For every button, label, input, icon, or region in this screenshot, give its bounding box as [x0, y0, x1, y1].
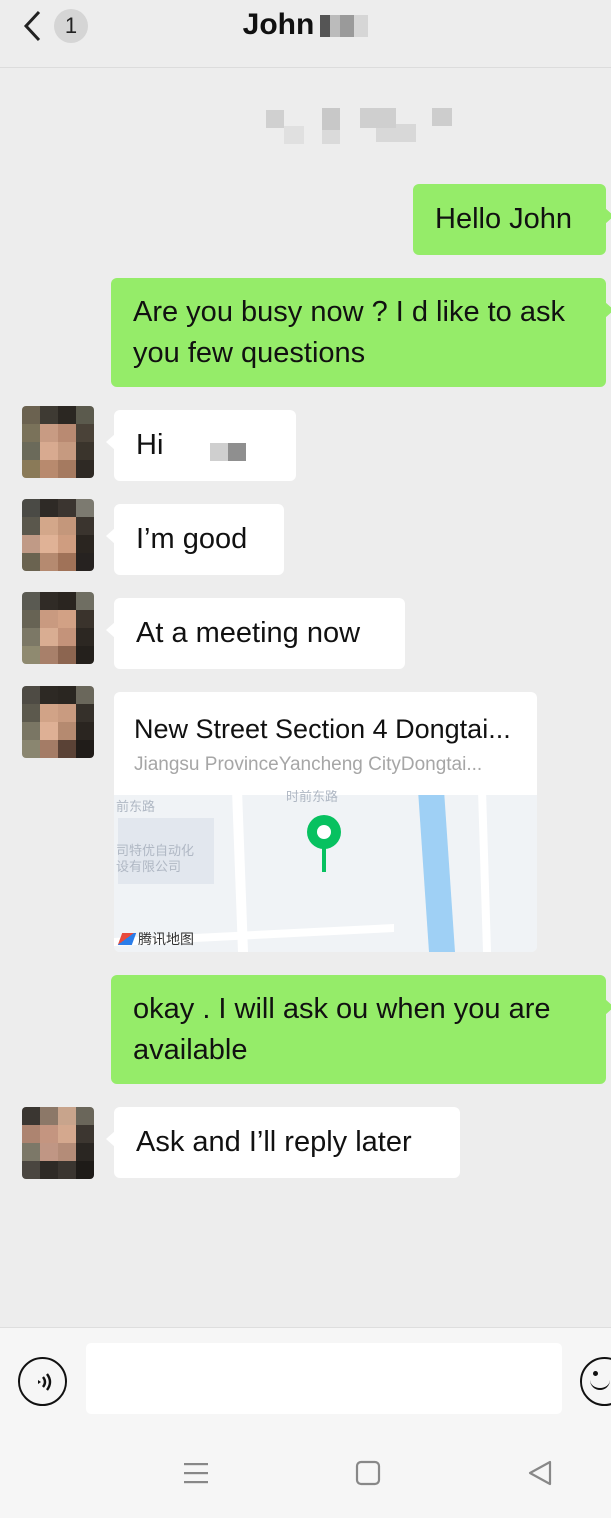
location-address: Jiangsu ProvinceYancheng CityDongtai...: [134, 754, 483, 775]
contact-avatar[interactable]: [22, 592, 94, 664]
message-text: Hello John: [435, 203, 573, 235]
home-square-icon[interactable]: [354, 1459, 382, 1487]
message-text-line: Are you busy now ? I d like to ask: [133, 296, 565, 328]
incoming-message[interactable]: Ask and I’ll reply later: [106, 1107, 460, 1178]
message-text: Ask and I’ll reply later: [136, 1126, 412, 1158]
redacted-surname: [320, 15, 369, 38]
chat-title: John: [0, 6, 611, 44]
map-street-label: 前东路: [116, 799, 156, 814]
location-message-card[interactable]: New Street Section 4 Dongtai... Jiangsu …: [114, 692, 537, 952]
map-poi-label: 设有限公司: [116, 859, 182, 874]
contact-avatar[interactable]: [22, 1107, 94, 1179]
system-navigation-bar: [0, 1431, 611, 1518]
location-title: New Street Section 4 Dongtai...: [134, 714, 511, 744]
map-provider-logo: 腾讯地图: [117, 929, 194, 949]
menu-icon[interactable]: [182, 1459, 210, 1487]
emoji-button[interactable]: [580, 1357, 611, 1406]
message-text: I’m good: [136, 523, 248, 555]
outgoing-message[interactable]: Are you busy now ? I d like to ask you f…: [111, 278, 611, 387]
message-text-line: you few questions: [133, 337, 366, 369]
message-input-bar: [0, 1327, 611, 1431]
outgoing-message[interactable]: okay . I will ask ou when you are availa…: [111, 975, 611, 1084]
contact-avatar[interactable]: [22, 686, 94, 758]
map-provider-name: 腾讯地图: [138, 931, 194, 947]
contact-avatar[interactable]: [22, 406, 94, 478]
voice-input-button[interactable]: [18, 1357, 67, 1406]
message-text-input[interactable]: [86, 1343, 562, 1414]
redacted-timestamp: [266, 104, 456, 144]
location-map-preview[interactable]: 前东路 时前东路 司特优自动化 设有限公司 腾讯地图: [114, 790, 537, 952]
back-triangle-icon[interactable]: [526, 1459, 554, 1487]
message-text-line: available: [133, 1034, 248, 1066]
message-text-line: okay . I will ask ou when you are: [133, 993, 551, 1025]
map-street-label: 时前东路: [286, 790, 339, 804]
voice-input-icon: [37, 1372, 51, 1391]
message-text: Hi: [136, 429, 164, 461]
contact-name: John: [242, 8, 315, 41]
outgoing-message[interactable]: Hello John: [413, 184, 611, 255]
contact-avatar[interactable]: [22, 499, 94, 571]
tencent-map-icon: [117, 933, 137, 945]
chat-header: 1 John: [0, 0, 611, 68]
emoji-icon: [593, 1371, 598, 1376]
message-text: At a meeting now: [136, 617, 361, 649]
redacted-name: [210, 443, 246, 461]
incoming-message[interactable]: Hi: [106, 410, 296, 481]
map-pin-icon: [307, 815, 341, 872]
incoming-message[interactable]: At a meeting now: [106, 598, 405, 669]
incoming-message[interactable]: I’m good: [106, 504, 284, 575]
